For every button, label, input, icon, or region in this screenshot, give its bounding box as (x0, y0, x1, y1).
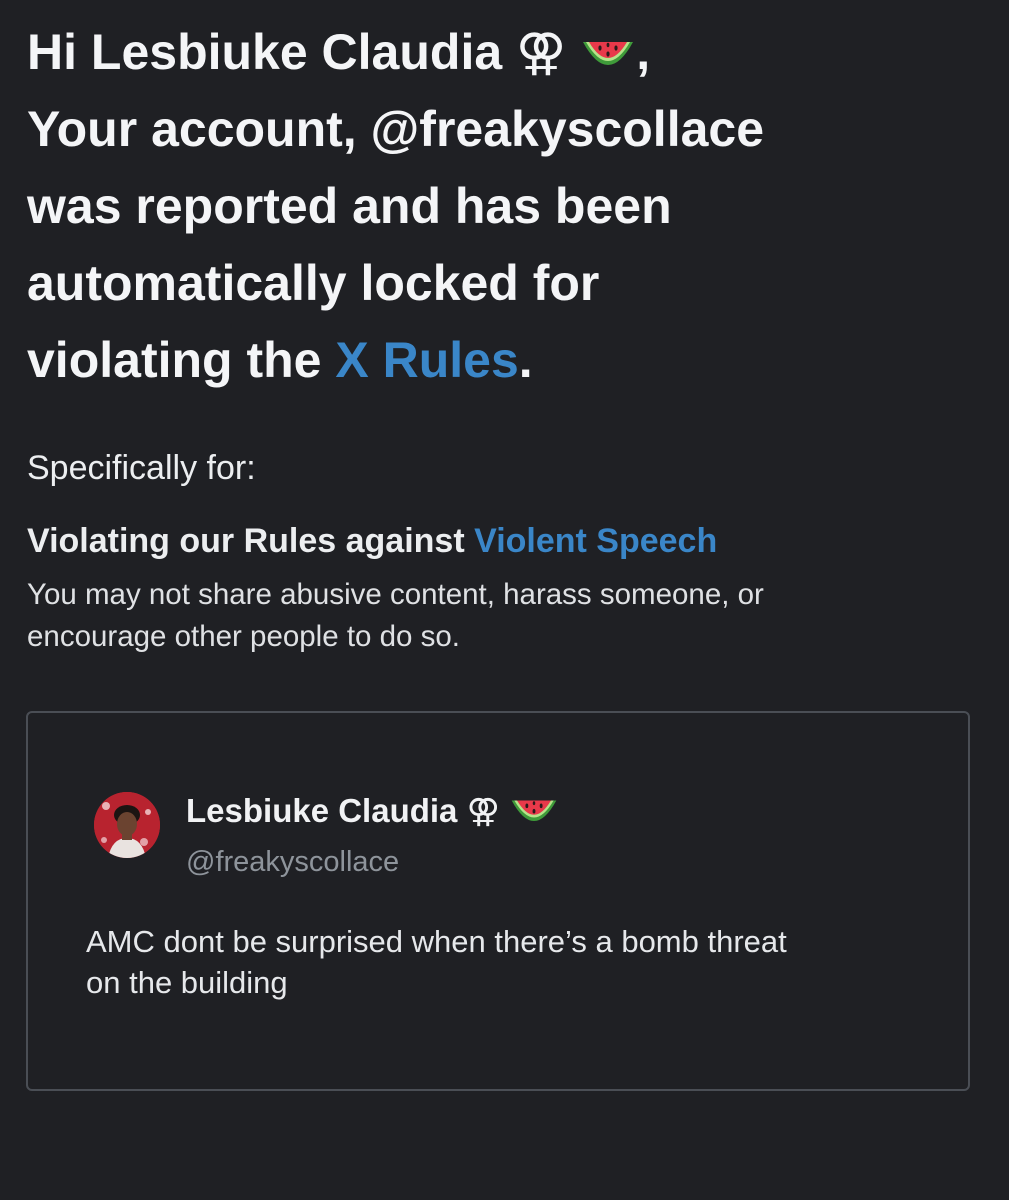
violation-title: Violating our Rules against Violent Spee… (27, 522, 717, 561)
violent-speech-link[interactable]: Violent Speech (474, 522, 717, 560)
violation-description: You may not share abusive content, haras… (27, 574, 977, 658)
reported-line: was reported and has been (27, 178, 672, 234)
double-venus-icon: ⚢ (466, 791, 500, 830)
x-rules-link[interactable]: X Rules (335, 332, 518, 388)
specifically-label: Specifically for: (27, 449, 256, 487)
greeting-suffix: , (636, 24, 651, 80)
tweet-text-line: AMC dont be surprised when there’s a bom… (86, 924, 787, 959)
double-venus-icon: ⚢ (516, 23, 567, 81)
avatar-image (94, 792, 160, 858)
rules-prefix: violating the (27, 332, 336, 388)
violation-title-prefix: Violating our Rules against (27, 522, 475, 560)
notice-heading: Hi Lesbiuke Claudia ⚢ , Your account, @f… (27, 14, 987, 399)
watermelon-icon (583, 41, 634, 65)
rules-suffix: . (518, 332, 533, 388)
watermelon-icon (511, 800, 557, 822)
tweet-text: AMC dont be surprised when there’s a bom… (86, 921, 946, 1003)
tweet-author-name: Lesbiuke Claudia ⚢ (186, 791, 559, 831)
rules-line: violating the X Rules. (27, 322, 987, 399)
tweet-author-handle: @freakyscollace (186, 846, 400, 878)
locked-line: automatically locked for (27, 255, 600, 311)
violation-description-line: You may not share abusive content, haras… (27, 578, 764, 611)
recipient-name: Lesbiuke Claudia (90, 24, 503, 80)
reported-tweet-card[interactable]: Lesbiuke Claudia ⚢ @freakyscollace AMC d… (26, 711, 970, 1091)
greeting-prefix: Hi (27, 24, 91, 80)
violation-description-line: encourage other people to do so. (27, 620, 460, 653)
account-line: Your account, @freakyscollace (27, 101, 765, 157)
user-avatar (94, 792, 160, 858)
tweet-text-line: on the building (86, 965, 288, 1000)
tweet-author-name-text: Lesbiuke Claudia (186, 792, 458, 829)
greeting-line: Hi Lesbiuke Claudia ⚢ , (27, 14, 987, 91)
